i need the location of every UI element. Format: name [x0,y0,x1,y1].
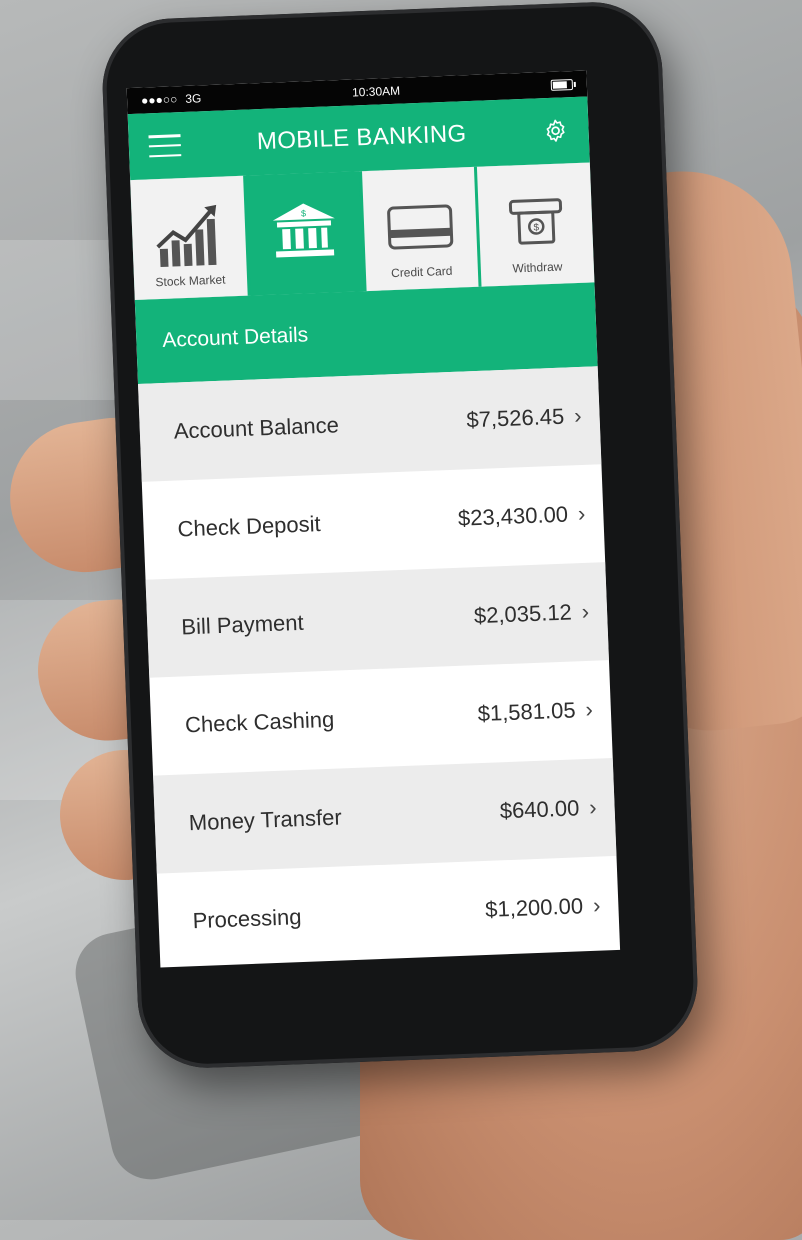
battery-icon [550,78,574,91]
tab-label: Withdraw [512,259,563,276]
list-item[interactable]: Money Transfer $640.00 › [153,757,617,874]
tab-bank[interactable]: $ [245,171,364,296]
svg-text:$: $ [301,208,306,218]
row-value: $7,526.45 [465,403,565,433]
account-list: Account Balance $7,526.45 › Check Deposit… [138,366,620,967]
credit-card-icon [387,204,454,250]
row-label: Bill Payment [180,609,305,640]
chevron-right-icon: › [585,696,594,722]
chevron-right-icon: › [592,892,601,918]
network-type: 3G [185,91,202,106]
feature-tabs: Stock Market $ Credit Card $ Withdraw [130,162,595,301]
row-label: Processing [192,904,302,934]
bank-icon: $ [272,203,335,258]
signal-strength: ●●●○○ [140,92,178,108]
tab-withdraw[interactable]: $ Withdraw [477,162,595,287]
chevron-right-icon: › [573,402,583,429]
row-label: Check Deposit [177,511,322,542]
chevron-right-icon: › [577,500,586,527]
row-value: $23,430.00 [457,501,569,531]
row-value: $1,200.00 [484,893,584,922]
chevron-right-icon: › [588,794,598,820]
row-label: Account Balance [173,412,340,444]
row-value: $2,035.12 [473,599,573,629]
row-label: Check Cashing [184,706,335,738]
svg-text:$: $ [533,222,539,233]
phone-screen: ●●●○○ 3G 10:30AM MOBILE BANKING Stock Ma… [126,70,621,968]
list-item[interactable]: Processing $1,200.00 › [157,856,620,968]
tab-label: Credit Card [390,263,453,281]
gear-icon[interactable] [542,117,569,144]
status-time: 10:30AM [351,83,401,100]
tab-stock-market[interactable]: Stock Market [130,175,248,301]
list-item[interactable]: Check Cashing $1,581.05 › [149,660,612,776]
app-title: MOBILE BANKING [256,120,467,156]
list-item[interactable]: Check Deposit $23,430.00 › [142,464,605,580]
phone-device: ●●●○○ 3G 10:30AM MOBILE BANKING Stock Ma… [100,0,700,1071]
stock-chart-icon [156,204,217,267]
row-value: $640.00 [499,795,580,824]
hamburger-menu-icon[interactable] [148,134,182,158]
cash-withdraw-icon: $ [508,198,562,245]
row-label: Money Transfer [188,804,343,836]
chevron-right-icon: › [581,598,590,625]
row-value: $1,581.05 [477,697,576,727]
list-item[interactable]: Bill Payment $2,035.12 › [145,562,609,678]
list-item[interactable]: Account Balance $7,526.45 › [138,366,602,482]
tab-credit-card[interactable]: Credit Card [361,166,479,292]
tab-label: Stock Market [155,272,226,290]
